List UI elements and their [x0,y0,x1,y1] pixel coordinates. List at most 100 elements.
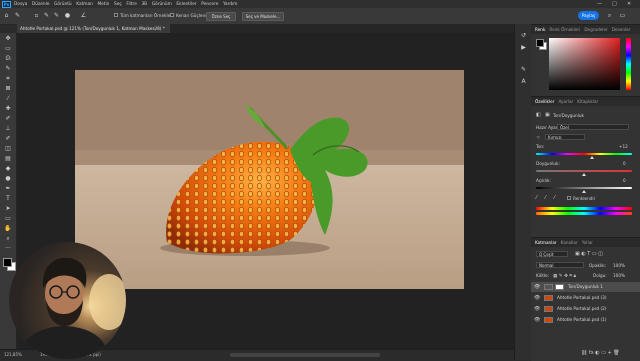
lightness-track[interactable] [536,187,632,189]
foreground-color-swatch[interactable] [3,258,12,267]
document-tab[interactable]: Ahtotle Portakal.psd @ 121% (Ton/Doygunl… [17,24,170,33]
filter-icons[interactable]: ▣ ◐ T ▭ ◫ [575,251,603,257]
brush-tool-icon[interactable]: ✐ [4,115,12,122]
more-tools-icon[interactable]: ··· [4,245,12,252]
blur-tool-icon[interactable]: ◆ [4,165,12,172]
layer-filter-select[interactable]: Q Çeşit [536,251,568,257]
preset-select[interactable]: Özel [557,124,629,130]
lightness-thumb[interactable] [582,190,586,193]
horizontal-scrollbar[interactable] [230,353,380,357]
angle-icon[interactable]: ∠ [80,12,87,19]
zoom-level[interactable]: 121,85% [4,352,22,357]
clone-stamp-tool-icon[interactable]: ⊥ [4,125,12,132]
menu-type[interactable]: Metin [97,2,109,7]
healing-brush-tool-icon[interactable]: ✚ [4,105,12,112]
shape-tool-icon[interactable]: ▭ [4,215,12,222]
search-icon[interactable]: ⌕ [606,12,613,19]
hand-adjust-icon[interactable]: ☜ [536,135,540,141]
hue-slider[interactable] [626,38,631,90]
saturation-value[interactable]: 0 [623,161,626,166]
tab-paths[interactable]: Yollar [582,240,593,245]
menu-edit[interactable]: Düzenle [32,2,50,7]
home-icon[interactable]: ⌂ [3,12,10,19]
menu-file[interactable]: Dosya [14,2,27,7]
tab-libraries[interactable]: Kitaplıklar [577,99,598,104]
new-selection-icon[interactable]: ▫ [33,12,40,19]
tab-swatches[interactable]: Renk Örnekleri [549,27,580,32]
lasso-tool-icon[interactable]: ᘏ [4,55,12,62]
hand-tool-icon[interactable]: ✋ [4,225,12,232]
hue-thumb[interactable] [590,156,594,159]
quick-selection-icon[interactable]: ✎ [14,12,21,19]
frame-tool-icon[interactable]: ⊠ [4,85,12,92]
visibility-eye-icon[interactable]: 👁︎ [534,282,540,292]
hue-track[interactable] [536,153,632,155]
menu-layer[interactable]: Katman [76,2,93,7]
tab-gradients[interactable]: Degradeler [584,27,607,32]
select-and-mask-button[interactable]: Seç ve Maskele... [242,12,284,21]
quick-selection-tool-icon[interactable]: ✎ [4,65,12,72]
menu-filter[interactable]: Filtre [126,2,137,7]
move-tool-icon[interactable]: ✥ [4,35,12,42]
layer-row[interactable]: 👁︎ Ton/Doygunluk 1 [531,282,640,292]
layer-row[interactable]: 👁︎ Ahtotle Portakal.psd (3) [531,293,640,303]
menu-select[interactable]: Seç [114,2,122,7]
menu-3d[interactable]: 3B [141,2,147,7]
minimize-button[interactable]: — [597,1,602,7]
crop-tool-icon[interactable]: ⌗ [4,75,12,82]
tab-adjustments[interactable]: Ayarlar [558,99,573,104]
menu-view[interactable]: Görünüm [152,2,172,7]
menu-plugins[interactable]: Eklentiler [176,2,196,7]
lock-icons[interactable]: ▦ ✎ ✥ ⌗ 🔒︎ [553,273,576,279]
sample-all-layers-checkbox[interactable] [114,13,118,17]
document-canvas[interactable] [75,70,464,289]
menu-help[interactable]: Yardım [223,2,237,7]
eyedropper-plus-icon[interactable]: ⁄ [545,195,546,201]
workspace-icon[interactable]: ▭ [619,12,626,19]
fill-value[interactable]: 100% [613,273,625,278]
brush-panel-icon[interactable]: ✎ [520,66,527,73]
tab-layers[interactable]: Katmanlar [535,240,557,245]
maximize-button[interactable]: □ [612,1,617,7]
layer-row[interactable]: 👁︎ Ahtotle Portakal.psd (2) [531,304,640,314]
eyedropper-minus-icon[interactable]: ⁄ [554,195,555,201]
add-selection-icon[interactable]: ✎ [43,12,50,19]
marquee-tool-icon[interactable]: ▭ [4,45,12,52]
auto-enhance-checkbox[interactable] [170,13,174,17]
menu-window[interactable]: Pencere [201,2,218,7]
history-brush-tool-icon[interactable]: ✐ [4,135,12,142]
color-picker-field[interactable] [549,38,620,90]
layer-bottom-icons[interactable]: ⛓ fx ◐ ▭ + 🗑︎ [581,350,620,356]
opacity-value[interactable]: 100% [613,263,625,268]
visibility-eye-icon[interactable]: 👁︎ [534,304,540,314]
saturation-thumb[interactable] [582,173,586,176]
brush-settings-icon[interactable]: ● [64,12,71,19]
tab-properties[interactable]: Özellikler [535,99,554,104]
saturation-track[interactable] [536,170,632,172]
tab-color[interactable]: Renk [535,27,545,32]
eyedropper-tool-icon[interactable]: ⁄ [4,95,12,102]
gradient-tool-icon[interactable]: ▤ [4,155,12,162]
close-button[interactable]: ✕ [627,1,631,7]
eraser-tool-icon[interactable]: ◫ [4,145,12,152]
mask-icon[interactable]: ▣ [545,112,550,118]
visibility-eye-icon[interactable]: 👁︎ [534,293,540,303]
zoom-tool-icon[interactable]: ⌕ [4,235,12,242]
history-icon[interactable]: ↺ [520,32,527,39]
colorize-checkbox[interactable] [567,196,571,200]
eyedropper-icon[interactable]: ⁄ [536,195,537,201]
dodge-tool-icon[interactable]: ● [4,175,12,182]
character-icon[interactable]: A [520,78,527,85]
lightness-value[interactable]: 0 [623,178,626,183]
subtract-selection-icon[interactable]: ✎ [53,12,60,19]
tab-patterns[interactable]: Desenler [612,27,631,32]
layer-mask-thumb[interactable] [555,284,564,290]
tab-channels[interactable]: Kanallar [561,240,578,245]
layer-row[interactable]: 👁︎ Ahtotle Portakal.psd (1) [531,315,640,325]
menu-image[interactable]: Görüntü [54,2,72,7]
panel-foreground-swatch[interactable] [536,39,544,47]
channel-select[interactable]: Kırmızı [545,134,585,140]
hue-value[interactable]: +12 [619,144,628,149]
select-subject-button[interactable]: Özne Seç [206,12,236,21]
path-selection-tool-icon[interactable]: ➤ [4,205,12,212]
